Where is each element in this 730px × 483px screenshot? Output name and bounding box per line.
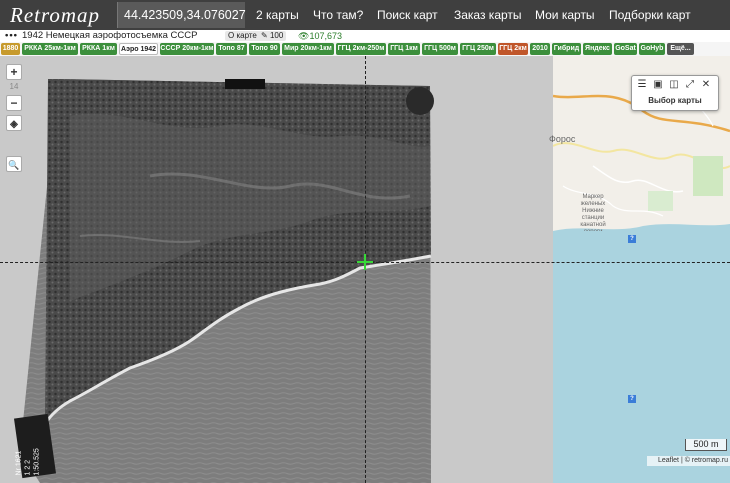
tab-gohyb[interactable]: GoHyb bbox=[639, 43, 665, 55]
poi-marker-icon[interactable]: ? bbox=[628, 235, 636, 243]
top-navbar: Retromap 44.423509,34.076027 2 карты Что… bbox=[0, 0, 730, 49]
fullscreen-icon[interactable]: ⤢ bbox=[684, 79, 696, 90]
tab-more[interactable]: Ещё... bbox=[667, 43, 694, 55]
edit-count: 100 bbox=[269, 31, 284, 40]
list-icon[interactable]: ☰ bbox=[636, 79, 648, 90]
coordinates-input[interactable]: 44.423509,34.076027 bbox=[117, 2, 246, 49]
tab-rkka-1km[interactable]: РККА 1км bbox=[80, 43, 117, 55]
tab-topo-87[interactable]: Топо 87 bbox=[216, 43, 247, 55]
tab-yandex[interactable]: Яндекс bbox=[583, 43, 612, 55]
search-icon: 🔍 bbox=[8, 160, 20, 170]
about-map-button[interactable]: О карте bbox=[225, 31, 260, 41]
tab-rkka-25km-1km[interactable]: РККА 25км-1км bbox=[22, 43, 78, 55]
map-selector-panel: ☰ ▣ ◫ ⤢ ✕ Выбор карты bbox=[631, 75, 719, 111]
tab-ussr-20km-1km[interactable]: СССР 20км-1км bbox=[160, 43, 214, 55]
tab-ggc-250m[interactable]: ГГЦ 250м bbox=[460, 43, 496, 55]
scale-bar: 500 m bbox=[685, 439, 727, 451]
poi-marker-icon[interactable]: ? bbox=[628, 395, 636, 403]
nav-my-maps[interactable]: Мои карты bbox=[535, 0, 595, 30]
tab-mir-20km-1km[interactable]: Мир 20км-1км bbox=[282, 43, 334, 55]
tab-ggc-1km[interactable]: ГГЦ 1км bbox=[388, 43, 420, 55]
tab-1880[interactable]: 1880 bbox=[1, 43, 20, 55]
close-icon[interactable]: ✕ bbox=[700, 79, 712, 90]
layers-button[interactable]: ◈ bbox=[6, 115, 22, 131]
search-button[interactable]: 🔍 bbox=[6, 156, 22, 172]
tab-ggc-500m[interactable]: ГГЦ 500м bbox=[422, 43, 458, 55]
layers-icon: ◈ bbox=[10, 119, 18, 130]
edit-icon: ✎ bbox=[261, 31, 268, 40]
crosshair-icon bbox=[357, 254, 373, 270]
tab-topo-90[interactable]: Топо 90 bbox=[249, 43, 280, 55]
tab-2010[interactable]: 2010 bbox=[530, 43, 550, 55]
views-counter: 👁107,673 bbox=[298, 30, 342, 42]
tab-ggc-2km[interactable]: ГГЦ 2км bbox=[498, 43, 528, 55]
aerial-photo-layer bbox=[13, 79, 434, 483]
map-selector-label: Выбор карты bbox=[648, 96, 702, 105]
map-title: 1942 Немецкая аэрофотосъемка СССР bbox=[22, 30, 198, 41]
nav-map-collections[interactable]: Подборки карт bbox=[609, 0, 691, 30]
zoom-in-button[interactable]: + bbox=[6, 64, 22, 80]
tab-hybrid[interactable]: Гибрид bbox=[552, 43, 581, 55]
tab-gosat[interactable]: GoSat bbox=[614, 43, 637, 55]
map-layer-tabs: 1880 РККА 25км-1км РККА 1км Аэро 1942 СС… bbox=[0, 42, 730, 56]
split-view-icon[interactable]: ◫ bbox=[668, 79, 680, 90]
site-logo[interactable]: Retromap bbox=[10, 3, 100, 28]
tab-aero-1942[interactable]: Аэро 1942 bbox=[119, 43, 158, 55]
views-count: 107,673 bbox=[309, 31, 342, 41]
map-canvas[interactable]: Форос Маркер желеных Нижние станции кана… bbox=[0, 56, 730, 483]
nav-order-map[interactable]: Заказ карты bbox=[454, 0, 522, 30]
nav-whats-there[interactable]: Что там? bbox=[313, 0, 363, 30]
image-icon[interactable]: ▣ bbox=[652, 79, 664, 90]
coordinates-value: 44.423509,34.076027 bbox=[124, 8, 246, 22]
map-attribution[interactable]: Leaflet | © retromap.ru bbox=[647, 456, 730, 466]
edit-count-badge[interactable]: ✎ 100 bbox=[258, 31, 287, 41]
map-info-bar: ••• 1942 Немецкая аэрофотосъемка СССР О … bbox=[0, 30, 730, 42]
nav-search-maps[interactable]: Поиск карт bbox=[377, 0, 438, 30]
zoom-out-button[interactable]: − bbox=[6, 95, 22, 111]
eye-icon: 👁 bbox=[298, 31, 310, 41]
nav-two-maps[interactable]: 2 карты bbox=[256, 0, 299, 30]
more-dots-icon[interactable]: ••• bbox=[5, 30, 18, 42]
zoom-level: 14 bbox=[9, 82, 19, 91]
tab-ggc-2km-250m[interactable]: ГГЦ 2км-250м bbox=[336, 43, 386, 55]
photo-frame-label: Nr 1621 1 2 2 1:50.525 bbox=[15, 448, 41, 476]
